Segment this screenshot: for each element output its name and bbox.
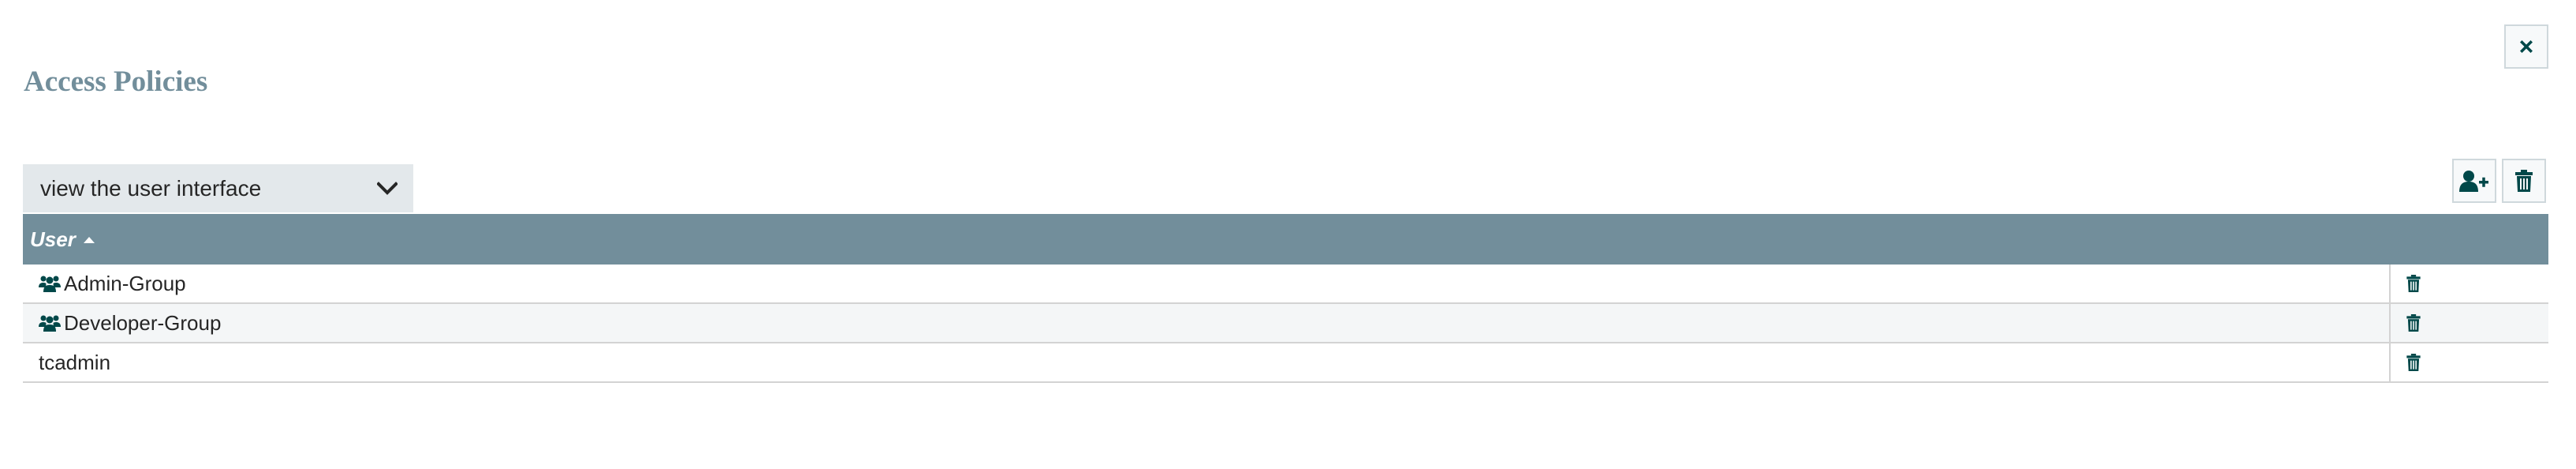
- actions-cell: [2391, 304, 2548, 342]
- remove-user-trash-icon[interactable]: [2406, 354, 2421, 371]
- table-row[interactable]: Developer-Group: [23, 304, 2548, 343]
- page-title: Access Policies: [24, 66, 208, 98]
- table-row[interactable]: Admin-Group: [23, 265, 2548, 304]
- user-cell: tcadmin: [23, 343, 2391, 381]
- close-button[interactable]: [2504, 24, 2548, 69]
- table-row[interactable]: tcadmin: [23, 343, 2548, 383]
- column-header-user[interactable]: User: [30, 227, 95, 252]
- access-policies-dialog: Access Policies view the user interface …: [0, 0, 2576, 469]
- user-plus-icon: [2459, 171, 2488, 192]
- remove-user-trash-icon[interactable]: [2406, 275, 2421, 292]
- policy-select-value: view the user interface: [40, 175, 262, 201]
- actions-cell: [2391, 343, 2548, 381]
- users-group-icon: [39, 314, 61, 332]
- chevron-down-icon: [377, 181, 398, 195]
- user-cell: Developer-Group: [23, 304, 2391, 342]
- sort-ascending-icon: [83, 237, 95, 243]
- trash-icon: [2515, 170, 2533, 192]
- actions-cell: [2391, 265, 2548, 302]
- table-header: User: [23, 214, 2548, 265]
- user-name: tcadmin: [39, 350, 111, 374]
- users-group-icon: [39, 275, 61, 292]
- policy-select[interactable]: view the user interface: [23, 164, 413, 212]
- column-header-user-label: User: [30, 227, 76, 251]
- close-icon: [2520, 40, 2533, 53]
- user-name: Admin-Group: [64, 271, 186, 295]
- users-table: User Admin-Group Developer-Group tcadmin: [23, 214, 2548, 383]
- delete-policy-button[interactable]: [2502, 159, 2546, 203]
- add-user-button[interactable]: [2452, 159, 2496, 203]
- user-cell: Admin-Group: [23, 265, 2391, 302]
- user-name: Developer-Group: [64, 310, 222, 335]
- remove-user-trash-icon[interactable]: [2406, 314, 2421, 332]
